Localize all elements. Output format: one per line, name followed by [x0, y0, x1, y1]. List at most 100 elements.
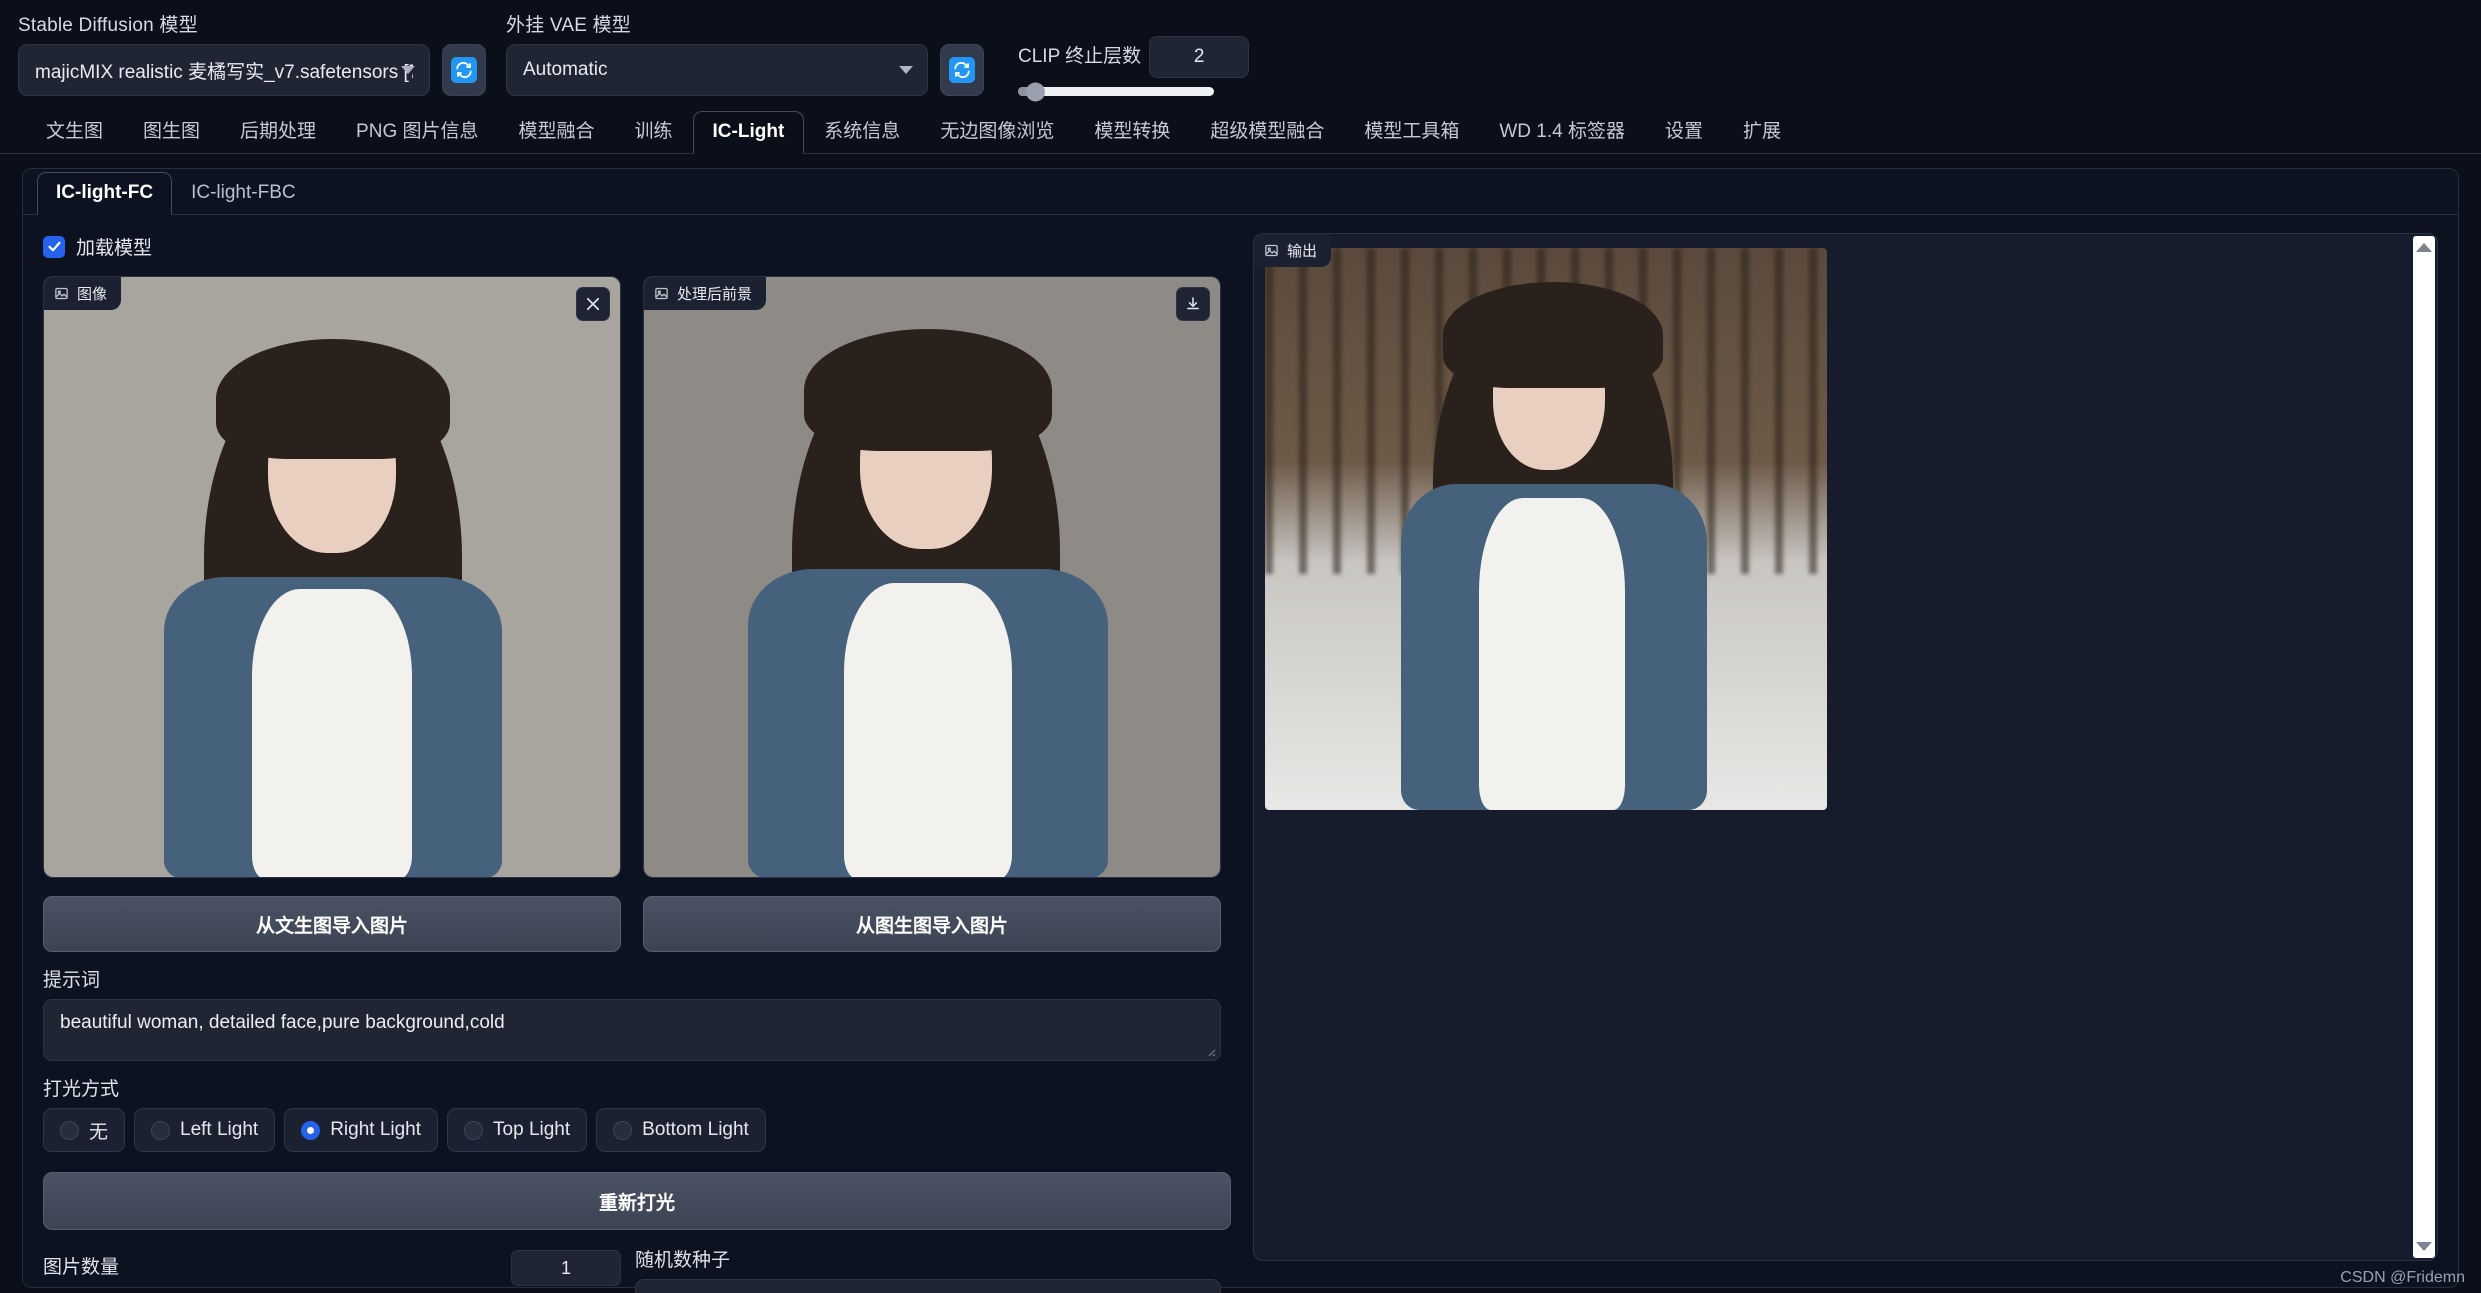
- vae-model-select[interactable]: Automatic: [506, 44, 928, 96]
- output-panel[interactable]: 输出: [1253, 233, 2438, 1261]
- prompt-label: 提示词: [43, 970, 1231, 992]
- tab-extensions[interactable]: 扩展: [1723, 111, 1801, 154]
- radio-icon: [151, 1121, 170, 1140]
- tab-checkpoint-merger[interactable]: 模型融合: [499, 111, 615, 154]
- scroll-down-icon[interactable]: [2416, 1242, 2432, 1251]
- lighting-option-bottom-light[interactable]: Bottom Light: [596, 1108, 766, 1152]
- image-icon: [1264, 243, 1279, 258]
- foreground-image-chip-label: 处理后前景: [677, 283, 752, 304]
- input-image-close-button[interactable]: [576, 287, 610, 321]
- load-model-label: 加载模型: [76, 233, 152, 260]
- clip-skip-label: CLIP 终止层数: [1018, 46, 1141, 68]
- lighting-option-bottom-light-label: Bottom Light: [642, 1119, 749, 1141]
- subtab-ic-light-fbc[interactable]: IC-light-FBC: [172, 172, 315, 215]
- image-icon: [654, 286, 669, 301]
- refresh-icon: [949, 57, 975, 83]
- batch-count-group: 图片数量 1: [43, 1250, 621, 1293]
- lighting-label: 打光方式: [43, 1079, 1231, 1101]
- tab-infinite-image-browsing[interactable]: 无边图像浏览: [920, 111, 1074, 154]
- bottom-params-row: 图片数量 1 随机数种子 114514: [43, 1250, 1231, 1293]
- close-icon: [584, 295, 602, 313]
- refresh-icon: [451, 57, 477, 83]
- input-image-box[interactable]: 图像: [43, 276, 621, 878]
- ic-light-body: 加载模型: [23, 215, 2458, 1293]
- tab-train[interactable]: 训练: [615, 111, 693, 154]
- lighting-option-top-light-label: Top Light: [493, 1119, 570, 1141]
- import-from-img2img-button[interactable]: 从图生图导入图片: [643, 896, 1221, 952]
- clip-skip-input[interactable]: 2: [1149, 36, 1249, 78]
- sd-webui-window: Stable Diffusion 模型 majicMIX realistic 麦…: [0, 0, 2481, 1293]
- lighting-option-left-light[interactable]: Left Light: [134, 1108, 275, 1152]
- vae-refresh-button[interactable]: [940, 44, 984, 96]
- lighting-radio-group: 无 Left Light Right Light Top Light: [43, 1108, 1231, 1152]
- tab-png-info[interactable]: PNG 图片信息: [336, 111, 498, 154]
- lighting-option-none[interactable]: 无: [43, 1108, 125, 1152]
- tab-model-toolkit[interactable]: 模型工具箱: [1344, 111, 1479, 154]
- radio-selected-icon: [301, 1121, 320, 1140]
- seed-label: 随机数种子: [635, 1250, 1221, 1272]
- radio-icon: [464, 1121, 483, 1140]
- tab-txt2img[interactable]: 文生图: [26, 111, 123, 154]
- ic-light-panel: IC-light-FC IC-light-FBC 加载模型: [22, 168, 2459, 1288]
- watermark: CSDN @Fridemn: [2340, 1269, 2465, 1287]
- clip-skip-slider-thumb[interactable]: [1026, 82, 1045, 101]
- relight-button[interactable]: 重新打光: [43, 1172, 1231, 1230]
- right-output-column: 输出: [1253, 233, 2438, 1293]
- tab-settings[interactable]: 设置: [1645, 111, 1723, 154]
- prompt-input[interactable]: beautiful woman, detailed face,pure back…: [43, 999, 1221, 1061]
- vae-model-group: 外挂 VAE 模型 Automatic: [506, 15, 928, 96]
- chevron-down-icon: [401, 66, 415, 74]
- output-chip: 输出: [1254, 234, 1331, 267]
- lighting-option-left-light-label: Left Light: [180, 1119, 258, 1141]
- clip-skip-slider[interactable]: [1018, 87, 1214, 96]
- ic-light-subtab-bar: IC-light-FC IC-light-FBC: [23, 169, 2458, 215]
- foreground-image-box[interactable]: 处理后前景: [643, 276, 1221, 878]
- tab-ic-light[interactable]: IC-Light: [693, 111, 805, 154]
- seed-group: 随机数种子 114514: [635, 1250, 1221, 1293]
- vae-model-label: 外挂 VAE 模型: [506, 15, 928, 37]
- tab-system-info[interactable]: 系统信息: [804, 111, 920, 154]
- input-image-photo: [44, 277, 620, 877]
- left-controls-column: 加载模型: [43, 233, 1231, 1293]
- radio-icon: [60, 1121, 79, 1140]
- subtab-ic-light-fc[interactable]: IC-light-FC: [37, 172, 172, 215]
- input-image-chip: 图像: [44, 277, 121, 310]
- top-model-bar: Stable Diffusion 模型 majicMIX realistic 麦…: [0, 0, 2481, 108]
- seed-input[interactable]: 114514: [635, 1279, 1221, 1293]
- sd-model-group: Stable Diffusion 模型 majicMIX realistic 麦…: [18, 15, 430, 96]
- ic-light-content: IC-light-FC IC-light-FBC 加载模型: [0, 168, 2481, 1288]
- input-image-chip-label: 图像: [77, 283, 107, 304]
- batch-count-label: 图片数量: [43, 1257, 119, 1279]
- image-inputs-row: 图像: [43, 276, 1231, 878]
- tab-img2img[interactable]: 图生图: [123, 111, 220, 154]
- main-tab-bar: 文生图 图生图 后期处理 PNG 图片信息 模型融合 训练 IC-Light 系…: [0, 108, 2481, 154]
- load-model-checkbox[interactable]: [43, 236, 65, 258]
- load-model-row[interactable]: 加载模型: [43, 233, 1231, 260]
- lighting-option-top-light[interactable]: Top Light: [447, 1108, 587, 1152]
- tab-model-converter[interactable]: 模型转换: [1074, 111, 1190, 154]
- sd-model-value: majicMIX realistic 麦橘写实_v7.safetensors […: [35, 57, 413, 84]
- lighting-option-right-light[interactable]: Right Light: [284, 1108, 438, 1152]
- sd-model-label: Stable Diffusion 模型: [18, 15, 430, 37]
- tab-supermerger[interactable]: 超级模型融合: [1190, 111, 1344, 154]
- sd-model-refresh-button[interactable]: [442, 44, 486, 96]
- download-icon: [1184, 295, 1202, 313]
- scroll-up-icon[interactable]: [2416, 243, 2432, 252]
- batch-count-input[interactable]: 1: [511, 1250, 621, 1286]
- tab-extras[interactable]: 后期处理: [220, 111, 336, 154]
- resize-grip-icon[interactable]: [1204, 1045, 1216, 1057]
- image-icon: [54, 286, 69, 301]
- output-chip-label: 输出: [1287, 240, 1317, 261]
- sd-model-select[interactable]: majicMIX realistic 麦橘写实_v7.safetensors […: [18, 44, 430, 96]
- radio-icon: [613, 1121, 632, 1140]
- import-buttons-row: 从文生图导入图片 从图生图导入图片: [43, 896, 1231, 952]
- import-from-txt2img-button[interactable]: 从文生图导入图片: [43, 896, 621, 952]
- output-image[interactable]: [1265, 248, 1827, 810]
- clip-skip-group: CLIP 终止层数 2: [1018, 36, 1278, 96]
- foreground-image-download-button[interactable]: [1176, 287, 1210, 321]
- output-scrollbar[interactable]: [2413, 236, 2435, 1258]
- vae-model-value: Automatic: [523, 59, 607, 81]
- tab-wd14-tagger[interactable]: WD 1.4 标签器: [1479, 111, 1645, 154]
- foreground-image-photo: [644, 277, 1220, 877]
- prompt-value: beautiful woman, detailed face,pure back…: [60, 1012, 505, 1033]
